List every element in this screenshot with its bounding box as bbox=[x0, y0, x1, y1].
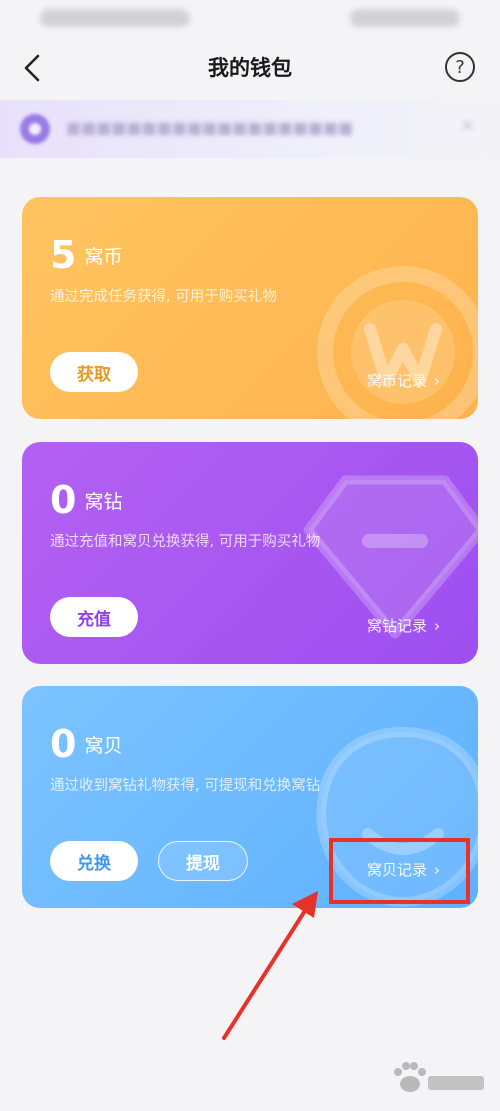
annotation-highlight-box bbox=[329, 838, 470, 904]
shell-amount: 0 bbox=[50, 722, 77, 766]
notice-text-blurred: ■■■■■■■■■■■■■■■■■■■ bbox=[66, 118, 354, 137]
status-bar-clock-blurred bbox=[350, 9, 460, 27]
withdraw-button[interactable]: 提现 bbox=[158, 841, 248, 881]
diamond-record-link[interactable]: 窝钻记录 › bbox=[367, 615, 440, 636]
recharge-button[interactable]: 充值 bbox=[50, 597, 138, 637]
notice-banner[interactable]: ■■■■■■■■■■■■■■■■■■■ ✕ bbox=[0, 100, 500, 158]
get-coin-button[interactable]: 获取 bbox=[50, 352, 138, 392]
coin-record-label: 窝币记录 bbox=[366, 372, 427, 390]
shell-balance: 0 窝贝 bbox=[50, 722, 122, 766]
notice-avatar-icon bbox=[20, 114, 50, 144]
diamond-record-label: 窝钻记录 bbox=[366, 617, 427, 635]
diamond-balance: 0 窝钻 bbox=[50, 478, 122, 522]
chevron-right-icon: › bbox=[434, 372, 440, 390]
coin-unit: 窝币 bbox=[84, 245, 123, 268]
question-circle-icon: ? bbox=[455, 56, 465, 78]
coin-balance: 5 窝币 bbox=[50, 233, 122, 277]
coin-record-link[interactable]: 窝币记录 › bbox=[367, 370, 440, 391]
diamond-description: 通过充值和窝贝兑换获得, 可用于购买礼物 bbox=[50, 534, 321, 550]
diamond-unit: 窝钻 bbox=[84, 490, 123, 513]
coin-card: 5 窝币 通过完成任务获得, 可用于购买礼物 获取 窝币记录 › bbox=[22, 197, 478, 419]
diamond-amount: 0 bbox=[50, 478, 77, 522]
exchange-button[interactable]: 兑换 bbox=[50, 841, 138, 881]
coin-description: 通过完成任务获得, 可用于购买礼物 bbox=[50, 289, 277, 305]
help-button[interactable]: ? bbox=[445, 52, 475, 82]
shell-unit: 窝贝 bbox=[84, 734, 123, 757]
status-bar bbox=[0, 0, 500, 38]
shell-description: 通过收到窝钻礼物获得, 可提现和兑换窝钻 bbox=[50, 778, 321, 794]
page-title: 我的钱包 bbox=[208, 56, 292, 80]
nav-bar: 我的钱包 ? bbox=[0, 38, 500, 98]
diamond-card: 0 窝钻 通过充值和窝贝兑换获得, 可用于购买礼物 充值 窝钻记录 › bbox=[22, 442, 478, 664]
coin-amount: 5 bbox=[50, 233, 77, 277]
notice-close-icon[interactable]: ✕ bbox=[460, 116, 475, 137]
baidu-logo-watermark bbox=[394, 1062, 484, 1092]
status-bar-carrier-blurred bbox=[40, 9, 190, 27]
coin-w-icon bbox=[317, 266, 478, 419]
chevron-right-icon: › bbox=[434, 617, 440, 635]
